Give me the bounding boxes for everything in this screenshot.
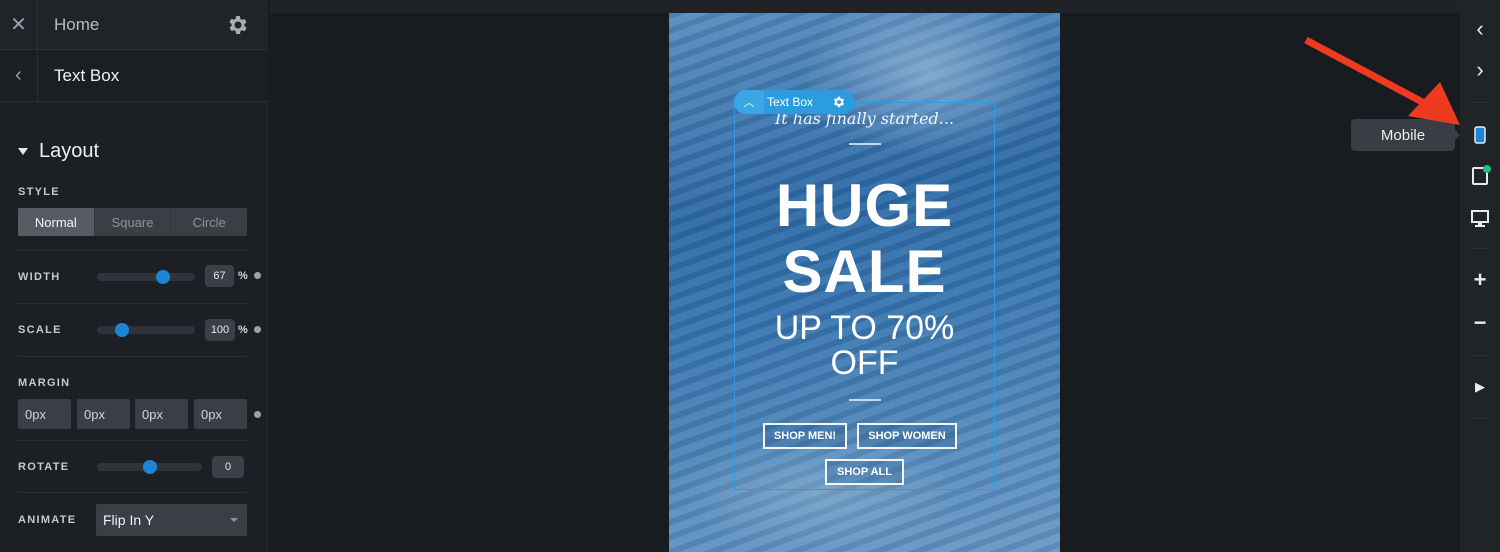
divider — [18, 303, 247, 304]
width-slider-handle[interactable] — [155, 270, 170, 284]
chevron-left-icon[interactable]: ‹ — [1470, 16, 1490, 41]
divider — [1470, 248, 1490, 249]
style-option-square[interactable]: Square — [95, 208, 172, 236]
shop-men-button[interactable]: SHOP MEN! — [763, 423, 847, 449]
scale-value-input[interactable]: 100 — [205, 319, 235, 341]
margin-left-input[interactable]: 0px — [194, 399, 247, 429]
width-label: WIDTH — [18, 271, 61, 283]
email-preview-canvas: It has finally started... ︿ Text Box HUG… — [669, 13, 1060, 552]
breadcrumb-row: ‹ Text Box — [0, 50, 268, 102]
animate-select[interactable]: Flip In Y — [96, 504, 247, 536]
rotate-slider[interactable] — [97, 460, 202, 474]
width-reset-dot[interactable] — [254, 272, 261, 279]
zoom-in-icon[interactable]: + — [1470, 267, 1490, 292]
scale-unit: % — [238, 324, 248, 336]
rotate-value-input[interactable]: 0 — [212, 456, 244, 478]
layout-section-toggle[interactable]: Layout — [18, 140, 99, 163]
margin-right-input[interactable]: 0px — [77, 399, 130, 429]
divider — [1470, 102, 1490, 103]
margin-top-input[interactable]: 0px — [18, 399, 71, 429]
margin-bottom-input[interactable]: 0px — [135, 399, 188, 429]
divider — [18, 492, 247, 493]
subhead-discount[interactable]: UP TO 70% — [669, 309, 1060, 348]
chevron-down-icon — [230, 518, 238, 522]
text-box-toolbar-label[interactable]: Text Box — [764, 95, 832, 109]
divider-line — [849, 143, 881, 145]
divider — [1470, 355, 1490, 356]
subhead-off[interactable]: OFF — [669, 344, 1060, 383]
scale-label: SCALE — [18, 324, 62, 336]
divider — [18, 440, 247, 441]
width-slider[interactable] — [97, 270, 195, 284]
chevron-up-icon: ︿ — [743, 97, 755, 109]
margin-label: MARGIN — [18, 377, 71, 389]
scale-slider[interactable] — [97, 323, 195, 337]
section-title: Layout — [39, 140, 100, 162]
back-button[interactable]: ‹ — [0, 50, 38, 101]
caret-down-icon — [18, 148, 28, 155]
rotate-slider-handle[interactable] — [142, 460, 157, 474]
gear-icon[interactable] — [832, 95, 846, 109]
home-row: ✕ Home — [0, 0, 268, 50]
width-unit: % — [238, 270, 248, 282]
close-button[interactable]: ✕ — [0, 0, 38, 49]
top-strip — [270, 0, 1460, 13]
margin-reset-dot[interactable] — [254, 411, 261, 418]
zoom-out-icon[interactable]: − — [1470, 310, 1490, 335]
divider-line — [849, 399, 881, 401]
close-icon: ✕ — [10, 14, 27, 36]
divider — [1470, 418, 1490, 419]
animate-select-value: Flip In Y — [103, 512, 155, 528]
divider — [18, 250, 247, 251]
annotation-arrow-icon — [1304, 36, 1460, 125]
width-value-input[interactable]: 67 — [205, 265, 234, 287]
style-option-normal[interactable]: Normal — [18, 208, 95, 236]
animate-label: ANIMATE — [18, 514, 77, 526]
properties-panel: ✕ Home ‹ Text Box Layout STYLE Normal Sq… — [0, 0, 268, 552]
style-option-circle[interactable]: Circle — [171, 208, 247, 236]
shop-women-button[interactable]: SHOP WOMEN — [857, 423, 957, 449]
text-box-toolbar: ︿ Text Box — [734, 90, 855, 114]
status-dot — [1483, 165, 1491, 173]
gear-icon[interactable] — [226, 13, 250, 37]
headline-sale[interactable]: SALE — [669, 237, 1060, 306]
chevron-left-icon: ‹ — [15, 64, 22, 86]
scale-reset-dot[interactable] — [254, 326, 261, 333]
style-label: STYLE — [18, 186, 60, 198]
style-segmented-control: Normal Square Circle — [18, 208, 247, 236]
mobile-icon[interactable] — [1470, 125, 1490, 145]
desktop-icon[interactable] — [1470, 208, 1490, 228]
select-parent-button[interactable]: ︿ — [734, 90, 764, 114]
rotate-label: ROTATE — [18, 461, 70, 473]
shop-all-button[interactable]: SHOP ALL — [825, 459, 904, 485]
scale-slider-handle[interactable] — [114, 323, 129, 337]
divider — [18, 356, 247, 357]
chevron-right-icon[interactable]: › — [1470, 57, 1490, 82]
panel-title: Text Box — [54, 65, 120, 85]
play-icon[interactable]: ▶ — [1470, 377, 1490, 397]
headline-huge[interactable]: HUGE — [669, 171, 1060, 240]
home-link[interactable]: Home — [38, 15, 226, 35]
tagline-text[interactable]: It has finally started... — [669, 109, 1060, 128]
